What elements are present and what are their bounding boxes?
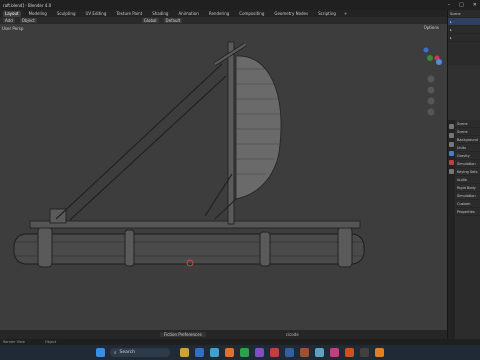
lashing (337, 226, 353, 268)
taskbar-search[interactable]: ⌕ Search (110, 348, 170, 357)
raft-model (13, 41, 365, 268)
tab-shading[interactable]: Shading (150, 11, 170, 17)
prop-row[interactable]: Audio (455, 176, 480, 184)
tool-tab-icon[interactable] (449, 124, 454, 129)
prop-row[interactable]: Custom (455, 200, 480, 208)
window-title: raft.blend] - Blender 4.0 (3, 2, 52, 8)
pivot-dropdown[interactable]: Default (163, 18, 183, 23)
scene-tab-icon[interactable] (449, 151, 454, 156)
outliner-item[interactable]: ▸ (448, 26, 480, 34)
sail (235, 55, 282, 200)
tab-sculpting[interactable]: Sculpting (55, 11, 78, 17)
prop-row[interactable]: Gravity (455, 152, 480, 160)
prop-row[interactable]: Rigid Body (455, 184, 480, 192)
tab-rendering[interactable]: Rendering (207, 11, 231, 17)
rope (69, 75, 227, 221)
orientation-dropdown[interactable]: Global (141, 18, 159, 23)
lashing (259, 231, 271, 267)
app-icon[interactable] (300, 348, 309, 357)
prop-row[interactable]: Keying Sets (455, 168, 480, 176)
mast (227, 41, 235, 225)
tab-geometry-nodes[interactable]: Geometry Nodes (272, 11, 310, 17)
render-tab-icon[interactable] (449, 133, 454, 138)
prop-row[interactable]: Simulation (455, 192, 480, 200)
tab-scripting[interactable]: Scripting (316, 11, 338, 17)
preferences-button[interactable]: Fiction Preferences (160, 332, 206, 337)
prop-row[interactable]: Units (455, 144, 480, 152)
close-button[interactable]: ✕ (473, 2, 477, 8)
app-icon[interactable] (315, 348, 324, 357)
app-icon[interactable] (360, 348, 369, 357)
right-panel: Scene ▸ ▸ ▸ Scene Scene Background Units… (447, 10, 480, 339)
search-placeholder: Search (119, 350, 135, 355)
object-menu[interactable]: Object (19, 18, 37, 23)
app-icon[interactable] (195, 348, 204, 357)
object-tab-icon[interactable] (449, 169, 454, 174)
outliner-scene[interactable]: Scene (448, 10, 480, 18)
app-icon[interactable] (285, 348, 294, 357)
prop-row[interactable]: Scene (455, 128, 480, 136)
outliner-item[interactable]: ▸ (448, 18, 480, 26)
tab-texture-paint[interactable]: Texture Paint (114, 11, 144, 17)
3d-viewport[interactable]: User Persp Options (0, 24, 447, 330)
timeline-bar: Fiction Preferences cicode (0, 330, 447, 339)
lashing (37, 226, 53, 268)
navigation-gizmo[interactable] (417, 32, 447, 127)
log-front (13, 233, 365, 265)
outliner[interactable]: Scene ▸ ▸ ▸ (448, 10, 480, 65)
prop-row[interactable]: Simulation (455, 160, 480, 168)
tab-modeling[interactable]: Modeling (27, 11, 49, 17)
app-icon[interactable] (225, 348, 234, 357)
world-tab-icon[interactable] (449, 160, 454, 165)
app-icon[interactable] (255, 348, 264, 357)
window-controls: – □ ✕ (448, 0, 477, 10)
maximize-button[interactable]: □ (459, 2, 464, 8)
camera-icon[interactable] (427, 97, 435, 105)
add-menu[interactable]: Add (3, 18, 15, 23)
tab-animation[interactable]: Animation (176, 11, 200, 17)
minimize-button[interactable]: – (448, 2, 451, 8)
app-icon[interactable] (345, 348, 354, 357)
pan-icon[interactable] (427, 86, 435, 94)
taskbar: ⌕ Search (0, 345, 480, 360)
timeline-search[interactable]: cicode (286, 332, 299, 337)
app-icon[interactable] (330, 348, 339, 357)
properties-header: Scene (455, 120, 480, 128)
tab-compositing[interactable]: Compositing (237, 11, 266, 17)
properties-tabs (448, 120, 455, 339)
prop-row[interactable]: Background (455, 136, 480, 144)
tab-uv-editing[interactable]: UV Editing (84, 11, 109, 17)
app-icon[interactable] (270, 348, 279, 357)
app-icon[interactable] (180, 348, 189, 357)
tab-layout[interactable]: Layout (3, 10, 21, 17)
status-right: Object (44, 340, 57, 344)
workspace-tabs: Layout Modeling Sculpting UV Editing Tex… (0, 10, 480, 17)
tool-header: Add Object Global Default (0, 17, 447, 24)
lashing (124, 229, 135, 267)
add-workspace-button[interactable]: + (344, 11, 347, 16)
title-bar: raft.blend] - Blender 4.0 – □ ✕ (0, 0, 480, 10)
deck-beam (29, 220, 361, 229)
app-icon[interactable] (240, 348, 249, 357)
outliner-item[interactable]: ▸ (448, 34, 480, 42)
app-icon[interactable] (210, 348, 219, 357)
prop-row[interactable]: Properties (455, 208, 480, 216)
output-tab-icon[interactable] (449, 142, 454, 147)
grid-icon[interactable] (427, 108, 435, 116)
rope (55, 63, 223, 220)
search-icon: ⌕ (114, 350, 117, 356)
status-left: Render View (3, 340, 25, 344)
blender-icon[interactable] (375, 348, 384, 357)
windows-start-icon[interactable] (96, 348, 105, 357)
zoom-icon[interactable] (427, 75, 435, 83)
properties-editor: Scene Scene Background Units Gravity Sim… (448, 120, 480, 339)
